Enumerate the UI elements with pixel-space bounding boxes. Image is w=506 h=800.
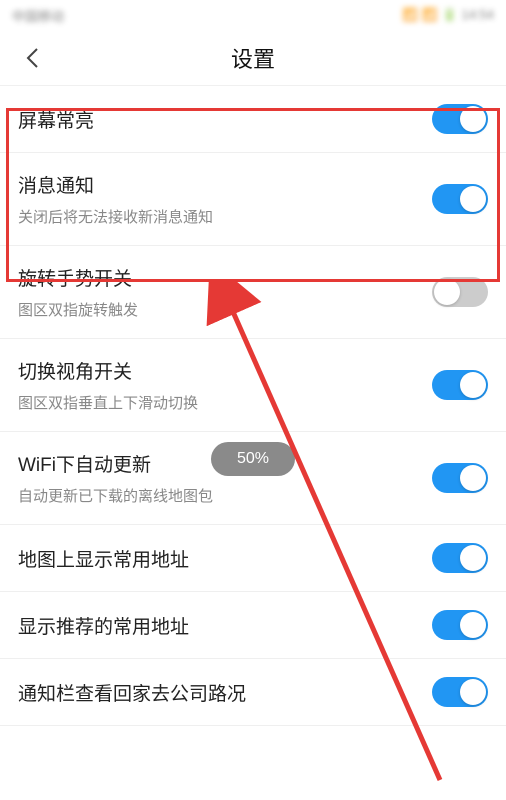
toggle-show-common-address[interactable]: [432, 543, 488, 573]
setting-subtitle: 图区双指垂直上下滑动切换: [18, 392, 198, 413]
toggle-wifi-auto-update[interactable]: [432, 463, 488, 493]
setting-subtitle: 关闭后将无法接收新消息通知: [18, 206, 213, 227]
toggle-switch-perspective[interactable]: [432, 370, 488, 400]
status-bar: 中国移动 📶 📶 🔋 14:54: [0, 0, 506, 30]
toggle-notification-traffic[interactable]: [432, 677, 488, 707]
setting-title: WiFi下自动更新: [18, 450, 213, 477]
toggle-knob: [460, 545, 486, 571]
toggle-rotate-gesture[interactable]: [432, 277, 488, 307]
toggle-knob: [460, 465, 486, 491]
setting-notification-traffic[interactable]: 通知栏查看回家去公司路况: [0, 659, 506, 726]
header-bar: 设置: [0, 30, 506, 86]
toggle-knob: [460, 372, 486, 398]
setting-title: 消息通知: [18, 171, 213, 198]
toggle-message-notification[interactable]: [432, 184, 488, 214]
setting-title: 地图上显示常用地址: [18, 545, 189, 572]
setting-rotate-gesture[interactable]: 旋转手势开关 图区双指旋转触发: [0, 246, 506, 339]
back-button[interactable]: [12, 38, 52, 78]
chevron-left-icon: [25, 47, 39, 69]
setting-title: 旋转手势开关: [18, 264, 138, 291]
setting-title: 通知栏查看回家去公司路况: [18, 679, 246, 706]
toggle-show-recommended-address[interactable]: [432, 610, 488, 640]
setting-show-common-address[interactable]: 地图上显示常用地址: [0, 525, 506, 592]
toggle-knob: [460, 106, 486, 132]
carrier-text: 中国移动: [12, 6, 64, 25]
setting-message-notification[interactable]: 消息通知 关闭后将无法接收新消息通知: [0, 153, 506, 246]
setting-subtitle: 图区双指旋转触发: [18, 299, 138, 320]
toggle-knob: [460, 679, 486, 705]
setting-screen-always-on[interactable]: 屏幕常亮: [0, 86, 506, 153]
toggle-knob: [460, 186, 486, 212]
page-title: 设置: [231, 42, 275, 74]
toggle-knob: [434, 279, 460, 305]
settings-list: 屏幕常亮 消息通知 关闭后将无法接收新消息通知 旋转手势开关 图区双指旋转触发 …: [0, 86, 506, 726]
toggle-knob: [460, 612, 486, 638]
toggle-screen-always-on[interactable]: [432, 104, 488, 134]
setting-title: 显示推荐的常用地址: [18, 612, 189, 639]
setting-show-recommended-address[interactable]: 显示推荐的常用地址: [0, 592, 506, 659]
setting-title: 屏幕常亮: [18, 106, 94, 133]
status-indicators: 📶 📶 🔋 14:54: [402, 7, 494, 23]
setting-subtitle: 自动更新已下载的离线地图包: [18, 485, 213, 506]
toast-text: 50%: [237, 450, 269, 467]
setting-switch-perspective[interactable]: 切换视角开关 图区双指垂直上下滑动切换: [0, 339, 506, 432]
toast-overlay: 50%: [211, 442, 295, 476]
setting-title: 切换视角开关: [18, 357, 198, 384]
